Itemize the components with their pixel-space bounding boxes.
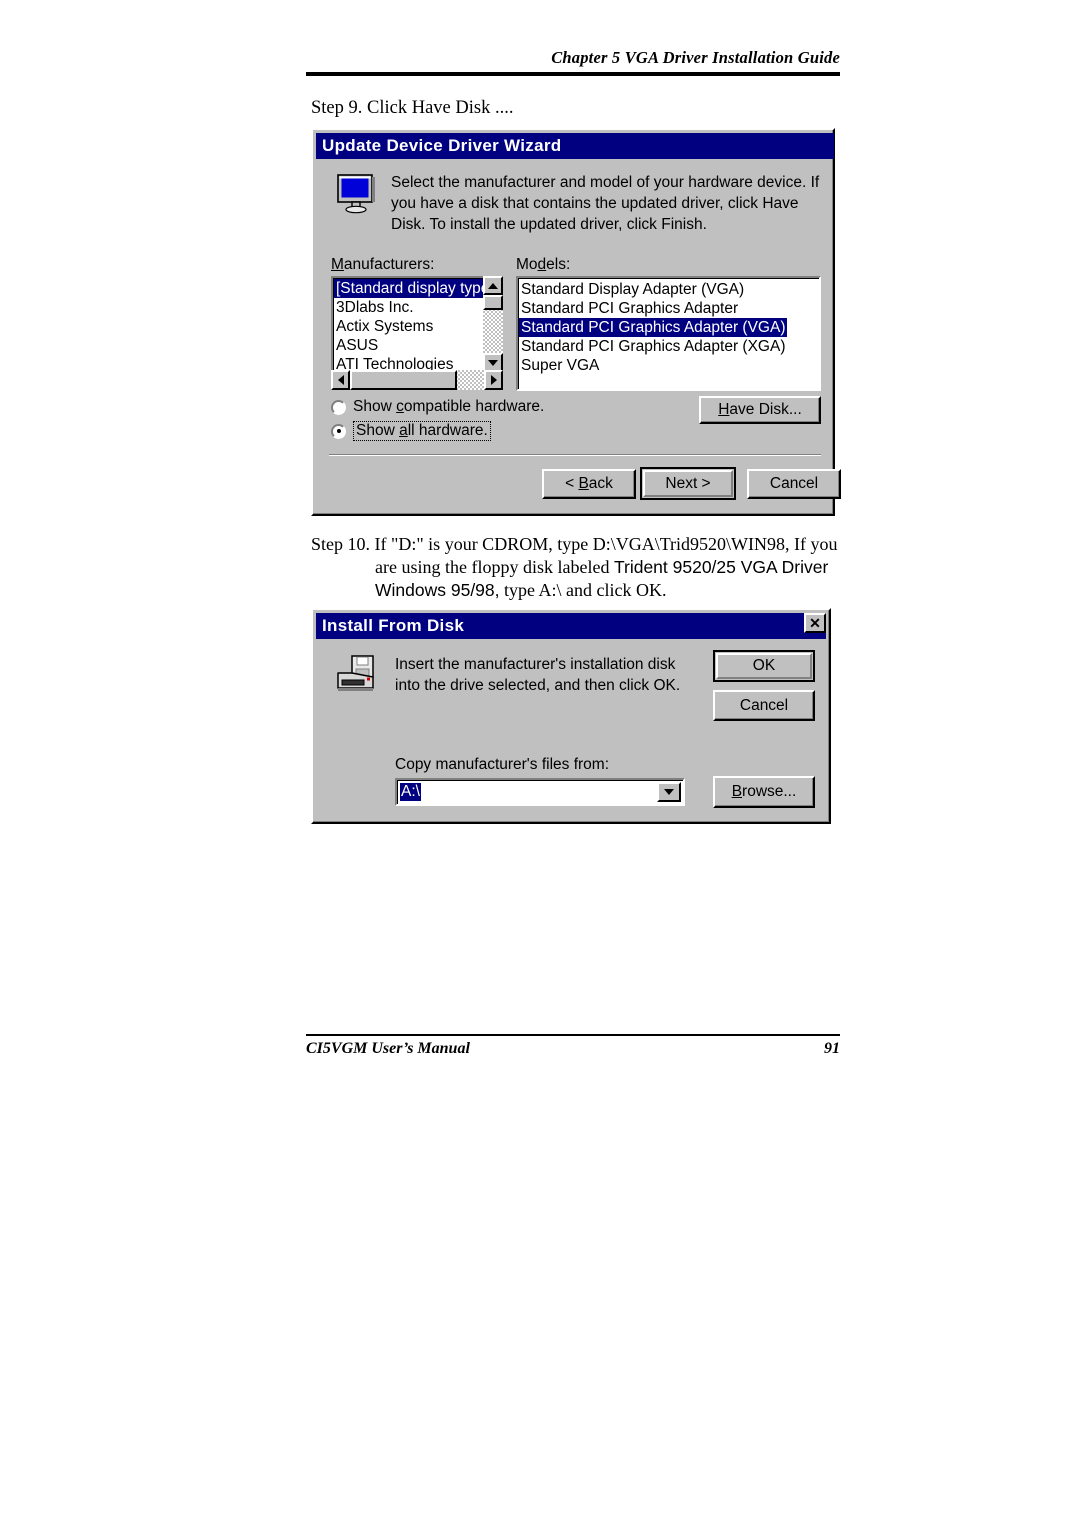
manufacturers-label: Manufacturers:: [331, 256, 434, 274]
install-title: Install From Disk: [322, 616, 465, 635]
radio-indicator[interactable]: [331, 423, 346, 439]
copy-from-label: Copy manufacturer's files from:: [395, 756, 610, 773]
scroll-thumb-h[interactable]: [350, 370, 457, 390]
ok-label: OK: [752, 657, 776, 674]
step-10-text: Step 10. If "D:" is your CDROM, type D:\…: [311, 533, 847, 602]
have-disk-label: Have Disk...: [718, 401, 802, 418]
chevron-down-glyph: [664, 789, 674, 795]
install-from-disk-dialog[interactable]: Install From Disk ✕ Insert the manufactu…: [311, 608, 831, 824]
list-item[interactable]: 3Dlabs Inc.: [333, 298, 501, 317]
back-label: < Back: [565, 475, 613, 492]
footer-rule: [306, 1034, 840, 1036]
have-disk-button[interactable]: Have Disk...: [699, 396, 821, 424]
manufacturers-listbox[interactable]: [Standard display types] 3Dlabs Inc. Act…: [331, 276, 503, 372]
next-button[interactable]: Next >: [640, 467, 736, 500]
install-titlebar[interactable]: Install From Disk: [316, 613, 826, 639]
radio-label: Show all hardware.: [353, 421, 491, 441]
manufacturers-label-accel: M: [331, 256, 344, 273]
chevron-right-icon: [490, 375, 497, 385]
floppy-drive-icon: [335, 654, 381, 694]
browse-button[interactable]: Browse...: [713, 776, 815, 808]
step-10-line-1: Step 10. If "D:" is your CDROM, type D:\…: [311, 534, 838, 554]
list-item[interactable]: [Standard display types]: [333, 279, 501, 298]
footer-page-number: 91: [824, 1040, 840, 1057]
list-item[interactable]: Standard Display Adapter (VGA): [518, 280, 819, 299]
chevron-up-icon: [488, 282, 498, 289]
ok-button[interactable]: OK: [713, 650, 815, 682]
monitor-icon: [335, 172, 379, 216]
list-item[interactable]: Actix Systems: [333, 317, 501, 336]
scroll-left-button[interactable]: [331, 370, 350, 390]
list-item[interactable]: Standard PCI Graphics Adapter: [518, 299, 819, 318]
wizard-titlebar[interactable]: Update Device Driver Wizard: [316, 133, 834, 159]
chevron-down-icon: [488, 359, 498, 366]
chevron-left-icon: [337, 375, 344, 385]
scroll-right-button[interactable]: [484, 370, 503, 390]
list-item[interactable]: Standard PCI Graphics Adapter (XGA): [518, 337, 819, 356]
models-label-accel: d: [537, 256, 547, 273]
list-item[interactable]: Super VGA: [518, 356, 819, 375]
page-header: Chapter 5 VGA Driver Installation Guide: [551, 48, 840, 67]
back-button[interactable]: < Back: [542, 469, 636, 499]
manufacturers-vertical-scrollbar[interactable]: [483, 276, 503, 372]
cancel-button[interactable]: Cancel: [747, 469, 841, 499]
models-label-rest: els:: [546, 256, 571, 273]
wizard-description: Select the manufacturer and model of you…: [391, 174, 820, 233]
button-separator: [329, 454, 821, 456]
update-device-driver-wizard-dialog[interactable]: Update Device Driver Wizard Select the m…: [311, 128, 841, 516]
chevron-down-icon[interactable]: [657, 782, 681, 802]
copy-from-combobox[interactable]: A:\: [395, 778, 685, 806]
header-rule: [306, 72, 840, 76]
radio-show-compatible-hardware[interactable]: Show compatible hardware.: [331, 398, 544, 416]
close-icon[interactable]: ✕: [804, 613, 826, 633]
scroll-thumb[interactable]: [483, 295, 503, 310]
copy-from-value[interactable]: A:\: [400, 783, 421, 801]
radio-label: Show compatible hardware.: [353, 398, 545, 415]
models-label: Models:: [516, 256, 570, 274]
scroll-up-button[interactable]: [483, 276, 503, 295]
browse-label: Browse...: [731, 783, 797, 800]
list-item[interactable]: ASUS: [333, 336, 501, 355]
radio-show-all-hardware[interactable]: Show all hardware.: [331, 421, 491, 441]
step-9-text: Step 9. Click Have Disk ....: [311, 98, 514, 118]
footer-manual-title: CI5VGM User’s Manual: [306, 1040, 470, 1057]
cancel-label: Cancel: [769, 475, 819, 492]
combo-inner-line: [397, 780, 683, 804]
page-footer: CI5VGM User’s Manual 91: [306, 1040, 840, 1058]
radio-indicator[interactable]: [331, 399, 346, 415]
manufacturers-horizontal-scrollbar[interactable]: [331, 370, 503, 390]
install-cancel-button[interactable]: Cancel: [713, 690, 815, 721]
models-label-pre: Mo: [516, 256, 538, 273]
next-label: Next >: [665, 474, 711, 492]
manufacturers-label-rest: anufacturers:: [343, 256, 435, 273]
wizard-title: Update Device Driver Wizard: [322, 136, 562, 155]
models-listbox[interactable]: Standard Display Adapter (VGA) Standard …: [516, 276, 821, 391]
list-item[interactable]: Standard PCI Graphics Adapter (VGA): [518, 318, 788, 337]
step-10-line-3: Windows 95/98, type A:\ and click OK.: [375, 580, 667, 600]
install-description: Insert the manufacturer's installation d…: [395, 656, 681, 694]
step-10-line-2: are using the floppy disk labeled Triden…: [375, 557, 829, 577]
install-cancel-label: Cancel: [739, 696, 789, 714]
